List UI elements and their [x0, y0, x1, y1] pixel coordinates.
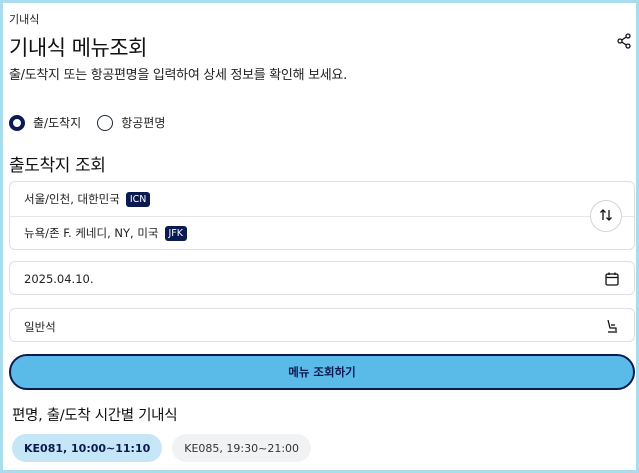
radio-route-label: 출/도착지 — [33, 116, 82, 130]
radio-flight-number-indicator[interactable] — [97, 114, 114, 131]
date-field[interactable]: 2025.04.10. — [9, 261, 635, 295]
cabin-class-field[interactable]: 일반석 — [9, 308, 635, 342]
page-subtitle: 출/도착지 또는 항공편명을 입력하여 상세 정보를 확인해 보세요. — [9, 68, 347, 83]
origin-field[interactable]: 서울/인천, 대한민국 ICN — [24, 191, 151, 207]
cabin-class-value: 일반석 — [24, 320, 56, 334]
page-frame: 기내식 기내식 메뉴조회 출/도착지 또는 항공편명을 입력하여 상세 정보를 … — [0, 0, 639, 473]
radio-flight-number-label: 항공편명 — [121, 116, 166, 130]
flight-chip-list: KE081, 10:00~11:10 KE085, 19:30~21:00 — [12, 434, 312, 462]
date-value: 2025.04.10. — [24, 272, 94, 286]
origin-label: 서울/인천, 대한민국 — [24, 192, 120, 206]
flights-section-title: 편명, 출/도착 시간별 기내식 — [12, 408, 178, 424]
breadcrumb[interactable]: 기내식 — [9, 11, 39, 27]
share-icon[interactable] — [616, 33, 632, 49]
page-title: 기내식 메뉴조회 — [9, 36, 147, 60]
flight-chip-ke085[interactable]: KE085, 19:30~21:00 — [172, 434, 312, 462]
radio-route[interactable]: 출/도착지 — [9, 114, 81, 131]
swap-icon — [599, 207, 613, 226]
destination-field[interactable]: 뉴욕/존 F. 케네디, NY, 미국 JFK — [24, 225, 187, 241]
destination-code-badge: JFK — [164, 225, 187, 241]
swap-route-button[interactable] — [590, 200, 622, 232]
destination-label: 뉴욕/존 F. 케네디, NY, 미국 — [24, 226, 159, 240]
route-section-title: 출도착지 조회 — [9, 156, 106, 176]
search-mode-radio-group: 출/도착지 항공편명 — [9, 114, 165, 131]
search-menu-button-label: 메뉴 조회하기 — [288, 365, 356, 379]
calendar-icon[interactable] — [604, 271, 620, 287]
route-selector: 서울/인천, 대한민국 ICN 뉴욕/존 F. 케네디, NY, 미국 JFK — [9, 181, 635, 250]
route-divider — [10, 216, 634, 217]
origin-code-badge: ICN — [125, 191, 151, 207]
seat-icon[interactable] — [604, 318, 620, 334]
search-menu-button[interactable]: 메뉴 조회하기 — [9, 354, 635, 390]
radio-flight-number[interactable]: 항공편명 — [97, 114, 165, 131]
radio-route-indicator[interactable] — [9, 114, 25, 131]
flight-chip-ke081[interactable]: KE081, 10:00~11:10 — [12, 434, 163, 462]
